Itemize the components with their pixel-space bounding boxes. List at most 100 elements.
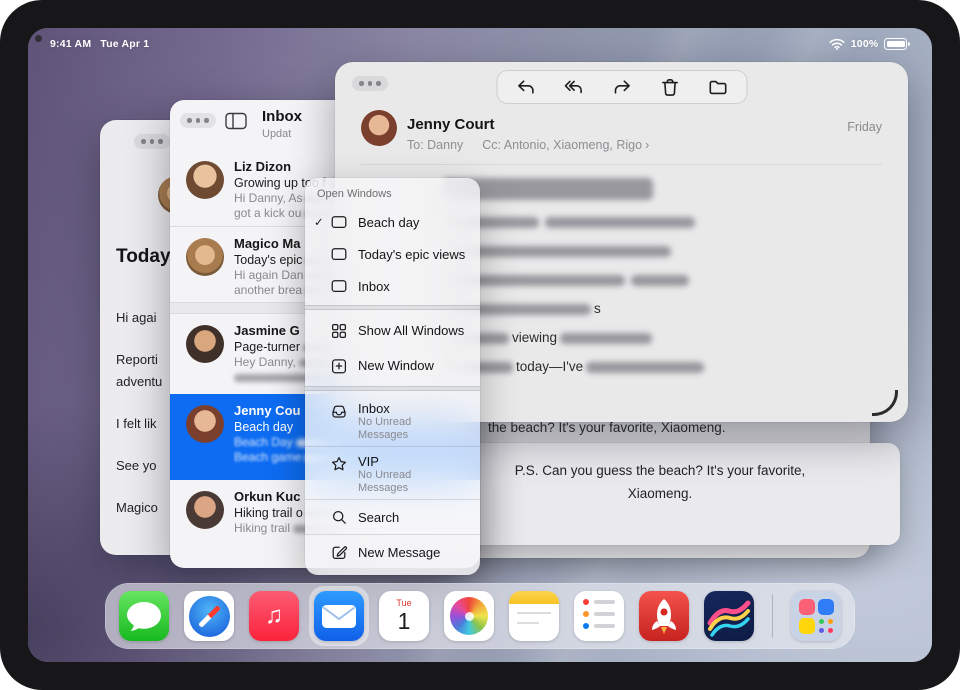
dock-app-photos-icon[interactable] (444, 591, 494, 641)
menu-item-new-message[interactable]: New Message (305, 535, 480, 569)
notes-yellow-band (509, 591, 559, 604)
dock-app-reminders-icon[interactable] (574, 591, 624, 641)
app-library-dots (818, 618, 834, 634)
ps-line-2: Xiaomeng. (490, 482, 830, 505)
reminder-dot (583, 599, 589, 605)
folder-icon[interactable] (707, 77, 728, 98)
dock-app-library-icon[interactable] (791, 591, 841, 641)
reply-icon[interactable] (515, 77, 536, 98)
window-control-dot (368, 81, 373, 86)
message-toolbar (496, 70, 747, 104)
menu-separator (305, 386, 480, 391)
message-recipients[interactable]: To: Danny Cc: Antonio, Xiaomeng, Rigo› (407, 138, 649, 152)
window-control-dot (359, 81, 364, 86)
inbox-tray-icon (329, 402, 349, 420)
menu-separator (305, 305, 480, 310)
front-camera (35, 35, 42, 42)
window-control-dot (150, 139, 155, 144)
email-preview: Hiking trail (234, 521, 290, 535)
window-control-dot (196, 118, 201, 123)
status-time-date: 9:41 AMTue Apr 1 (50, 38, 158, 50)
reminder-bar (594, 624, 615, 628)
checkmark-icon: ✓ (314, 215, 329, 229)
menu-item-new-window[interactable]: New Window (305, 348, 480, 383)
menu-item-todays-epic-views[interactable]: Today's epic views (305, 238, 480, 270)
music-note-icon: ♫ (265, 602, 283, 630)
app-library-tile (818, 599, 834, 615)
app-library-tile (799, 599, 815, 615)
body-fragment: viewing (512, 330, 557, 345)
blurred-text (545, 217, 695, 228)
ipad-frame: Today Hi agai Reporti adventu I felt lik… (0, 0, 960, 690)
dock-app-safari-icon[interactable] (184, 591, 234, 641)
calendar-day: 1 (379, 608, 429, 634)
app-library-tile (799, 618, 815, 634)
sidebar-toggle-icon[interactable] (225, 112, 247, 135)
reminder-dot (583, 611, 589, 617)
window-control-dot (187, 118, 192, 123)
menu-item-beach-day[interactable]: ✓ Beach day (305, 206, 480, 238)
email-subject: Hiking trail o (234, 506, 303, 520)
menu-item-show-all-windows[interactable]: Show All Windows (305, 313, 480, 348)
compose-icon (329, 543, 349, 561)
to-field: To: Danny (407, 138, 463, 152)
compass-needle (198, 605, 221, 628)
email-preview: another brea (234, 283, 302, 297)
mailbox-status: Updat (262, 128, 291, 140)
battery-percent: 100% (851, 38, 879, 50)
dock-app-rocket-icon[interactable] (639, 591, 689, 641)
dock: ♫ Tue 1 (105, 583, 855, 649)
email-subject: Beach day (234, 420, 293, 434)
dock-app-messages-icon[interactable] (119, 591, 169, 641)
reminder-bar (594, 600, 615, 604)
blurred-text (631, 275, 689, 286)
dock-app-mail-highlight (314, 591, 364, 641)
dock-divider (772, 594, 773, 638)
window-controls[interactable] (352, 76, 388, 91)
message-line: See yo (116, 458, 156, 473)
window-resize-handle[interactable] (872, 390, 898, 416)
dock-app-creativity-icon[interactable] (704, 591, 754, 641)
wifi-icon (829, 38, 845, 50)
dock-app-calendar-icon[interactable]: Tue 1 (379, 591, 429, 641)
dock-app-notes-icon[interactable] (509, 591, 559, 641)
email-preview: Hi again Dan (234, 268, 303, 282)
blurred-text (586, 362, 704, 373)
cc-field: Cc: Antonio, Xiaomeng, Rigo (482, 138, 642, 152)
chevron-right-icon: › (645, 138, 649, 152)
message-line: adventu (116, 374, 162, 389)
dock-app-mail-icon[interactable] (314, 591, 364, 641)
avatar (186, 405, 224, 443)
menu-header: Open Windows (305, 184, 480, 206)
window-controls[interactable] (180, 113, 216, 128)
mailbox-title: Inbox (262, 108, 302, 125)
dock-app-music-icon[interactable]: ♫ (249, 591, 299, 641)
open-windows-menu: Open Windows ✓ Beach day Today's epic vi… (305, 178, 480, 575)
battery-tip (908, 42, 910, 46)
trash-icon[interactable] (659, 77, 680, 98)
menu-item-search[interactable]: Search (305, 500, 480, 534)
email-preview: got a kick ou (234, 206, 301, 220)
reply-all-icon[interactable] (563, 77, 584, 98)
star-icon (329, 455, 349, 473)
menu-item-vip-mailbox[interactable]: VIP No Unread Messages (305, 447, 480, 499)
status-time: 9:41 AM (50, 38, 91, 50)
menu-item-inbox-mailbox[interactable]: Inbox No Unread Messages (305, 394, 480, 446)
menu-item-inbox-window[interactable]: Inbox (305, 270, 480, 302)
compass-dial (189, 596, 230, 637)
battery-icon (884, 38, 907, 50)
message-sender: Jenny Court (407, 116, 495, 133)
avatar (186, 491, 224, 529)
window-controls[interactable] (134, 134, 170, 149)
reminder-dot (583, 623, 589, 629)
status-bar: 9:41 AMTue Apr 1 100% (50, 38, 910, 50)
body-fragment: s (594, 301, 601, 316)
body-fragment: today—I've (516, 359, 583, 374)
forward-icon[interactable] (611, 77, 632, 98)
message-ps-text: P.S. Can you guess the beach? It's your … (490, 459, 830, 505)
message-line: I felt lik (116, 416, 156, 431)
notes-line (517, 612, 551, 614)
message-line: Hi agai (116, 310, 156, 325)
status-indicators: 100% (829, 38, 910, 50)
email-subject: Page-turner (234, 340, 300, 354)
